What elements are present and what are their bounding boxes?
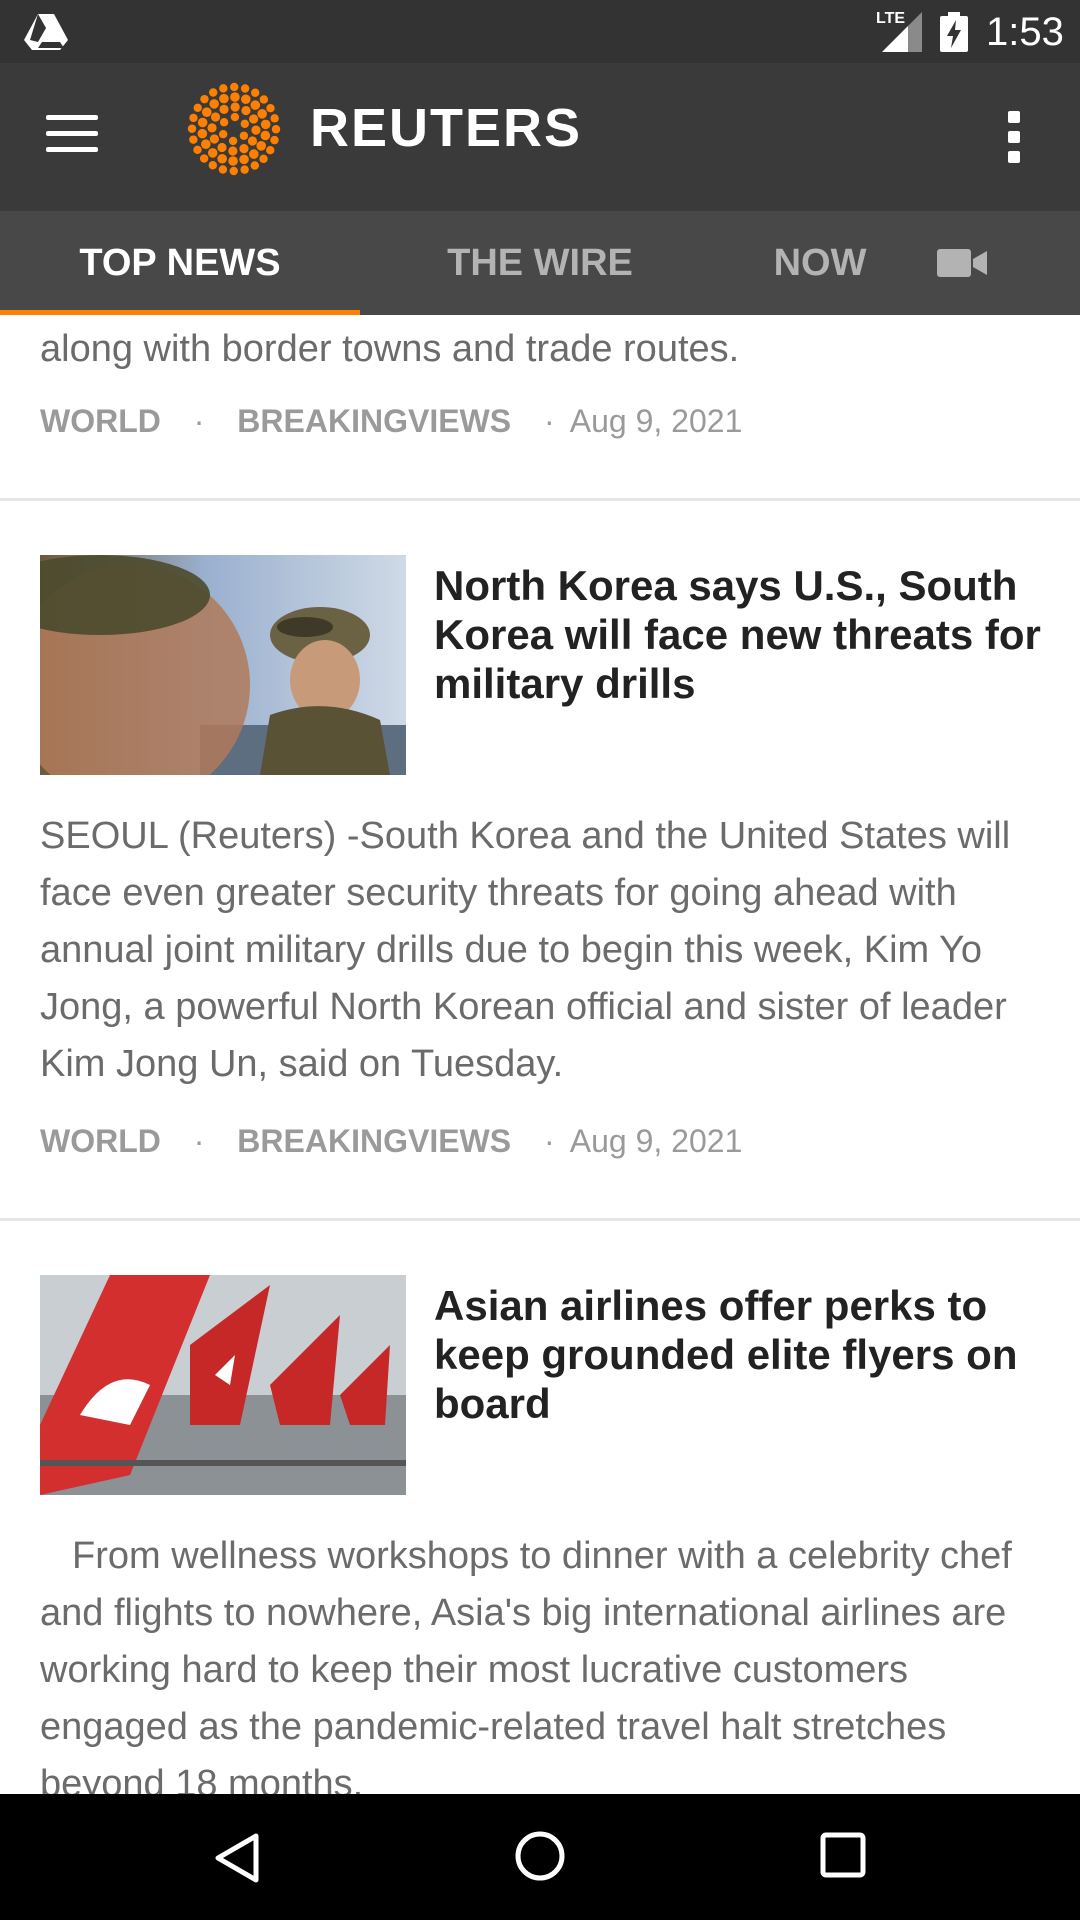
battery-icon xyxy=(940,12,968,52)
more-vert-icon[interactable] xyxy=(1000,111,1028,167)
video-camera-icon xyxy=(937,249,987,277)
app-bar: REUTERS xyxy=(0,63,1080,211)
article-section[interactable]: BREAKINGVIEWS xyxy=(237,403,511,439)
article-date: Aug 9, 2021 xyxy=(569,403,743,439)
article-headline[interactable]: Asian airlines offer perks to keep groun… xyxy=(434,1281,1054,1428)
tab-top-news[interactable]: TOP NEWS xyxy=(0,211,360,315)
article-thumbnail[interactable] xyxy=(40,555,406,775)
signal-icon xyxy=(882,12,922,52)
recents-icon[interactable] xyxy=(820,1832,866,1878)
home-icon[interactable] xyxy=(514,1830,566,1882)
drive-icon xyxy=(24,14,68,50)
tab-the-wire[interactable]: THE WIRE xyxy=(360,211,720,315)
article-category[interactable]: WORLD xyxy=(40,1123,161,1159)
article-section[interactable]: BREAKINGVIEWS xyxy=(237,1123,511,1159)
menu-icon[interactable] xyxy=(46,115,98,155)
divider xyxy=(0,1218,1080,1221)
back-icon[interactable] xyxy=(212,1832,262,1884)
article-summary: along with border towns and trade routes… xyxy=(40,328,740,370)
tab-bar: TOP NEWS THE WIRE NOW xyxy=(0,211,1080,315)
status-bar: LTE 1:53 xyxy=(0,0,1080,63)
status-time: 1:53 xyxy=(986,10,1064,54)
tab-now[interactable]: NOW xyxy=(720,211,920,315)
news-feed[interactable]: along with border towns and trade routes… xyxy=(0,315,1080,1794)
navigation-bar xyxy=(0,1794,1080,1920)
article-headline[interactable]: North Korea says U.S., South Korea will … xyxy=(434,561,1054,708)
article-meta: WORLD · BREAKINGVIEWS · Aug 9, 2021 xyxy=(40,403,743,439)
article-summary: SEOUL (Reuters) -South Korea and the Uni… xyxy=(40,815,1011,1085)
reuters-logo-icon xyxy=(187,82,281,176)
article-date: Aug 9, 2021 xyxy=(569,1123,743,1159)
app-brand: REUTERS xyxy=(310,98,583,158)
article-thumbnail[interactable] xyxy=(40,1275,406,1495)
article-category[interactable]: WORLD xyxy=(40,403,161,439)
article-meta: WORLD · BREAKINGVIEWS · Aug 9, 2021 xyxy=(40,1123,743,1159)
divider xyxy=(0,498,1080,501)
article-summary: From wellness workshops to dinner with a… xyxy=(40,1535,1012,1794)
